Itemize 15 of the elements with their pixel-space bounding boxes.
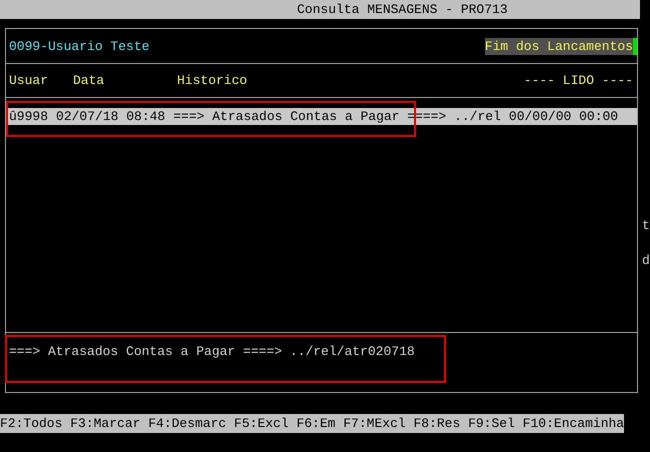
column-header: ---- LIDO ----: [524, 74, 633, 87]
user-label: 0099-Usuario Teste: [9, 40, 150, 52]
side-letter: t: [642, 219, 650, 232]
message-detail: ===> Atrasados Contas a Pagar ====> ../rel/atr020718: [9, 344, 415, 359]
read-cell: 00/00/00 00:00: [508, 110, 618, 123]
title-bar: Consulta MENSAGENS - PRO713: [0, 0, 640, 19]
status-label: Fim dos Lancamentos: [484, 38, 633, 54]
column-header: Data: [73, 74, 106, 87]
user-cell: û9998: [9, 110, 48, 123]
date-cell: 02/07/18 08:48: [56, 110, 166, 123]
function-key-bar: F2:Todos F3:Marcar F4:Desmarc F5:Excl F6:Em F7:MExcl F8:Res F9:Sel F10:Encaminha: [0, 414, 624, 433]
column-header: Historico: [177, 74, 248, 87]
side-letter: d: [642, 254, 650, 267]
column-header: Usuar: [9, 74, 50, 87]
cursor-icon: [633, 38, 637, 54]
